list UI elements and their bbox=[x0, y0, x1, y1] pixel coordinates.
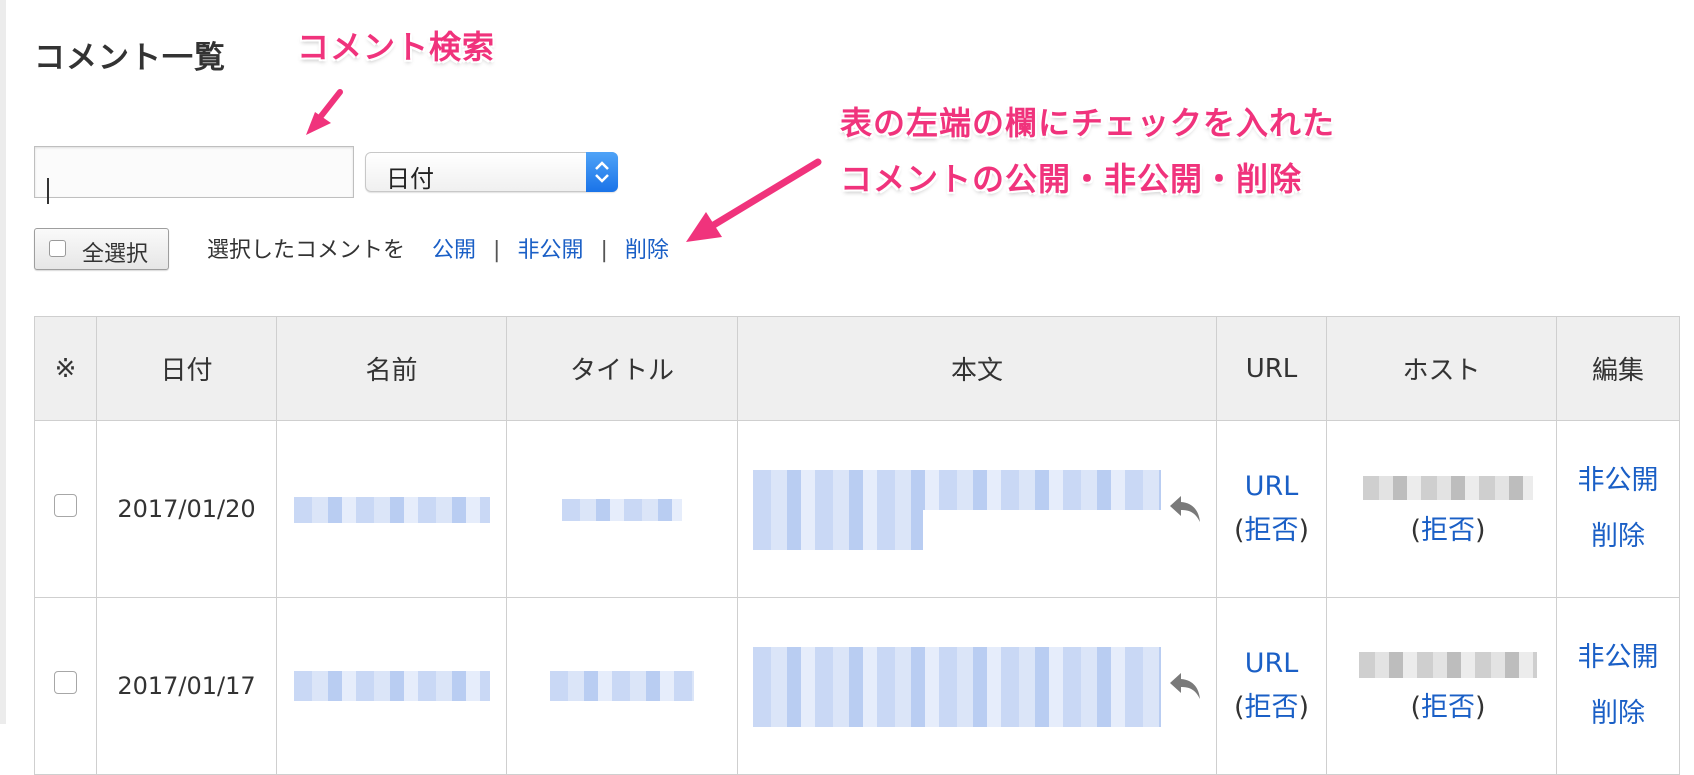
bulk-actions-lead: 選択したコメントを bbox=[207, 238, 406, 263]
comment-name-cell bbox=[276, 597, 507, 775]
arrow-to-search-icon bbox=[306, 89, 343, 135]
comment-host-cell: (拒否) bbox=[1326, 420, 1557, 598]
comment-date: 2017/01/20 bbox=[96, 420, 277, 598]
separator: | bbox=[600, 238, 608, 263]
unpublish-link[interactable]: 非公開 bbox=[1578, 642, 1659, 673]
sort-select[interactable]: 日付 bbox=[365, 152, 618, 193]
comments-table: ※ 日付 名前 タイトル 本文 URL ホスト 編集 2017/01/20 UR… bbox=[34, 316, 1680, 775]
left-edge-rule bbox=[0, 0, 6, 724]
redacted-host bbox=[1359, 651, 1537, 678]
row-select-cell bbox=[34, 420, 97, 598]
delete-link[interactable]: 削除 bbox=[1591, 521, 1645, 552]
comment-url-cell: URL (拒否) bbox=[1216, 597, 1327, 775]
row-select-cell bbox=[34, 597, 97, 775]
column-header-title: タイトル bbox=[506, 316, 738, 421]
row-checkbox[interactable] bbox=[54, 671, 77, 694]
comment-search-input[interactable] bbox=[34, 146, 354, 198]
select-all-checkbox-icon bbox=[49, 240, 66, 257]
comment-edit-cell: 非公開 削除 bbox=[1556, 420, 1680, 598]
redacted-body bbox=[753, 647, 1161, 687]
column-header-name: 名前 bbox=[276, 316, 507, 421]
url-reject-link[interactable]: 拒否 bbox=[1245, 692, 1299, 723]
annotation-bulk-line-2: コメントの公開・非公開・削除 bbox=[840, 160, 1303, 198]
redacted-title bbox=[550, 671, 694, 702]
page-title: コメント一覧 bbox=[34, 40, 226, 76]
delete-link[interactable]: 削除 bbox=[1591, 698, 1645, 729]
redacted-name bbox=[293, 671, 490, 702]
column-header-edit: 編集 bbox=[1556, 316, 1680, 421]
url-reject-link[interactable]: 拒否 bbox=[1245, 515, 1299, 546]
host-reject-link[interactable]: 拒否 bbox=[1421, 515, 1475, 546]
table-row: 2017/01/17 URL (拒否) (拒否) 非公開 削除 bbox=[34, 597, 1680, 775]
comment-name-cell bbox=[276, 420, 507, 598]
arrow-to-bulk-actions-icon bbox=[686, 158, 822, 242]
redacted-name bbox=[293, 496, 490, 523]
row-checkbox[interactable] bbox=[54, 494, 77, 517]
bulk-publish-link[interactable]: 公開 bbox=[432, 238, 476, 263]
comment-url-cell: URL (拒否) bbox=[1216, 420, 1327, 598]
unpublish-link[interactable]: 非公開 bbox=[1578, 465, 1659, 496]
separator: | bbox=[493, 238, 501, 263]
reply-arrow-icon[interactable] bbox=[1167, 669, 1205, 703]
select-all-label: 全選択 bbox=[82, 242, 149, 267]
table-row: 2017/01/20 URL (拒否) (拒否) 非公開 削除 bbox=[34, 420, 1680, 598]
table-header-row: ※ 日付 名前 タイトル 本文 URL ホスト 編集 bbox=[34, 316, 1680, 421]
comment-body-cell bbox=[737, 420, 1217, 598]
comment-body-cell bbox=[737, 597, 1217, 775]
select-all-button[interactable]: 全選択 bbox=[34, 228, 169, 270]
redacted-title bbox=[562, 498, 682, 521]
comment-title-cell bbox=[506, 420, 738, 598]
comment-title-cell bbox=[506, 597, 738, 775]
column-header-url: URL bbox=[1216, 316, 1327, 421]
url-link[interactable]: URL bbox=[1245, 648, 1299, 679]
column-header-body: 本文 bbox=[737, 316, 1217, 421]
redacted-body bbox=[753, 687, 1161, 727]
comment-host-cell: (拒否) bbox=[1326, 597, 1557, 775]
host-reject-link[interactable]: 拒否 bbox=[1421, 692, 1475, 723]
comment-edit-cell: 非公開 削除 bbox=[1556, 597, 1680, 775]
updown-chevron-icon bbox=[586, 152, 618, 192]
column-header-date[interactable]: 日付 bbox=[96, 316, 277, 421]
comment-date: 2017/01/17 bbox=[96, 597, 277, 775]
annotation-search: コメント検索 bbox=[297, 28, 496, 66]
sort-select-value: 日付 bbox=[386, 165, 434, 193]
redacted-body bbox=[753, 470, 1161, 510]
bulk-unpublish-link[interactable]: 非公開 bbox=[517, 238, 583, 263]
reply-arrow-icon[interactable] bbox=[1167, 492, 1205, 526]
url-link[interactable]: URL bbox=[1245, 471, 1299, 502]
redacted-body bbox=[753, 510, 923, 550]
bulk-actions: 選択したコメントを 公開 | 非公開 | 削除 bbox=[207, 232, 669, 264]
bulk-delete-link[interactable]: 削除 bbox=[625, 238, 669, 263]
annotation-bulk-line-1: 表の左端の欄にチェックを入れた bbox=[840, 104, 1336, 142]
column-header-select: ※ bbox=[34, 316, 97, 421]
redacted-host bbox=[1363, 475, 1533, 500]
column-header-host: ホスト bbox=[1326, 316, 1557, 421]
text-caret bbox=[47, 178, 49, 204]
